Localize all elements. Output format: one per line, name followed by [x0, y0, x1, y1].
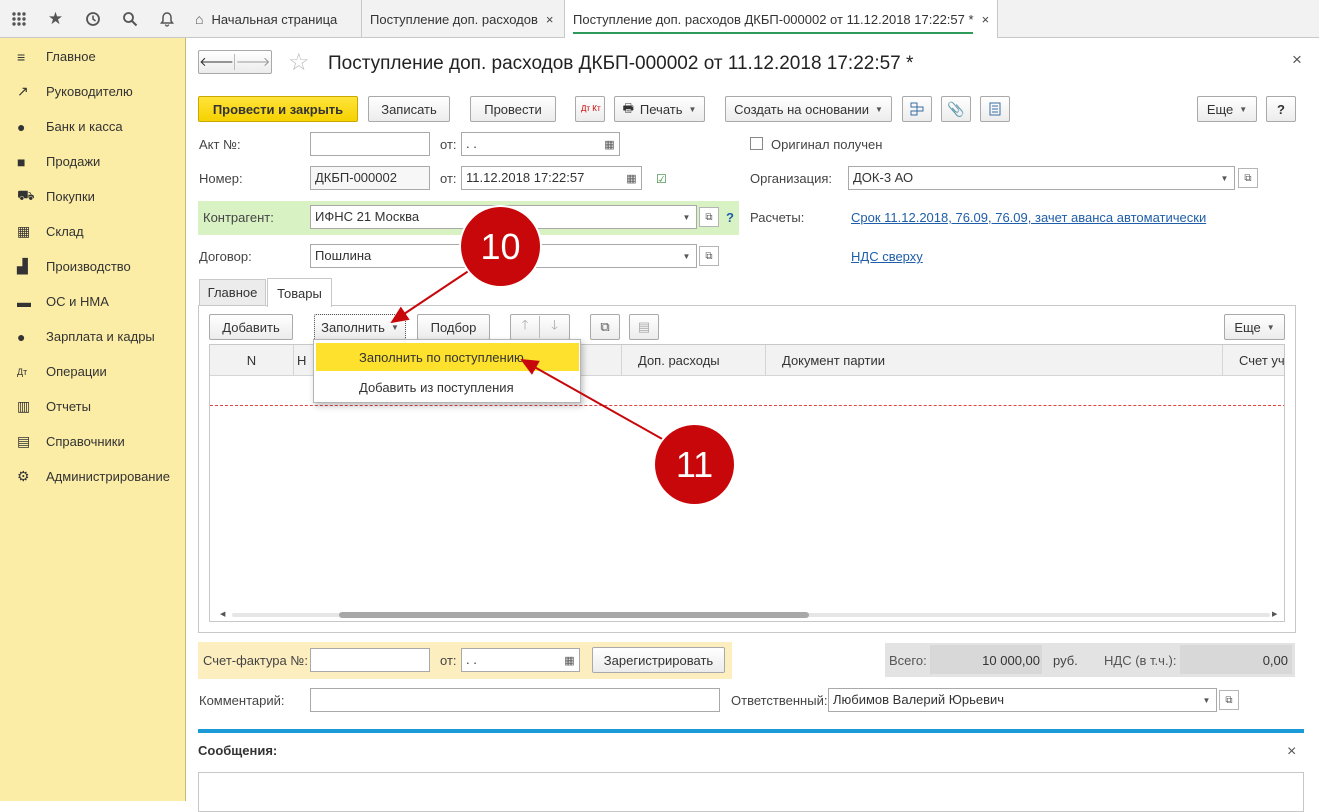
callout-10: 10	[461, 207, 540, 286]
callout-arrows	[390, 269, 665, 441]
arrow-to-fill-button	[390, 269, 471, 324]
arrow-to-menu-item	[520, 359, 665, 441]
callout-11: 11	[655, 425, 734, 504]
